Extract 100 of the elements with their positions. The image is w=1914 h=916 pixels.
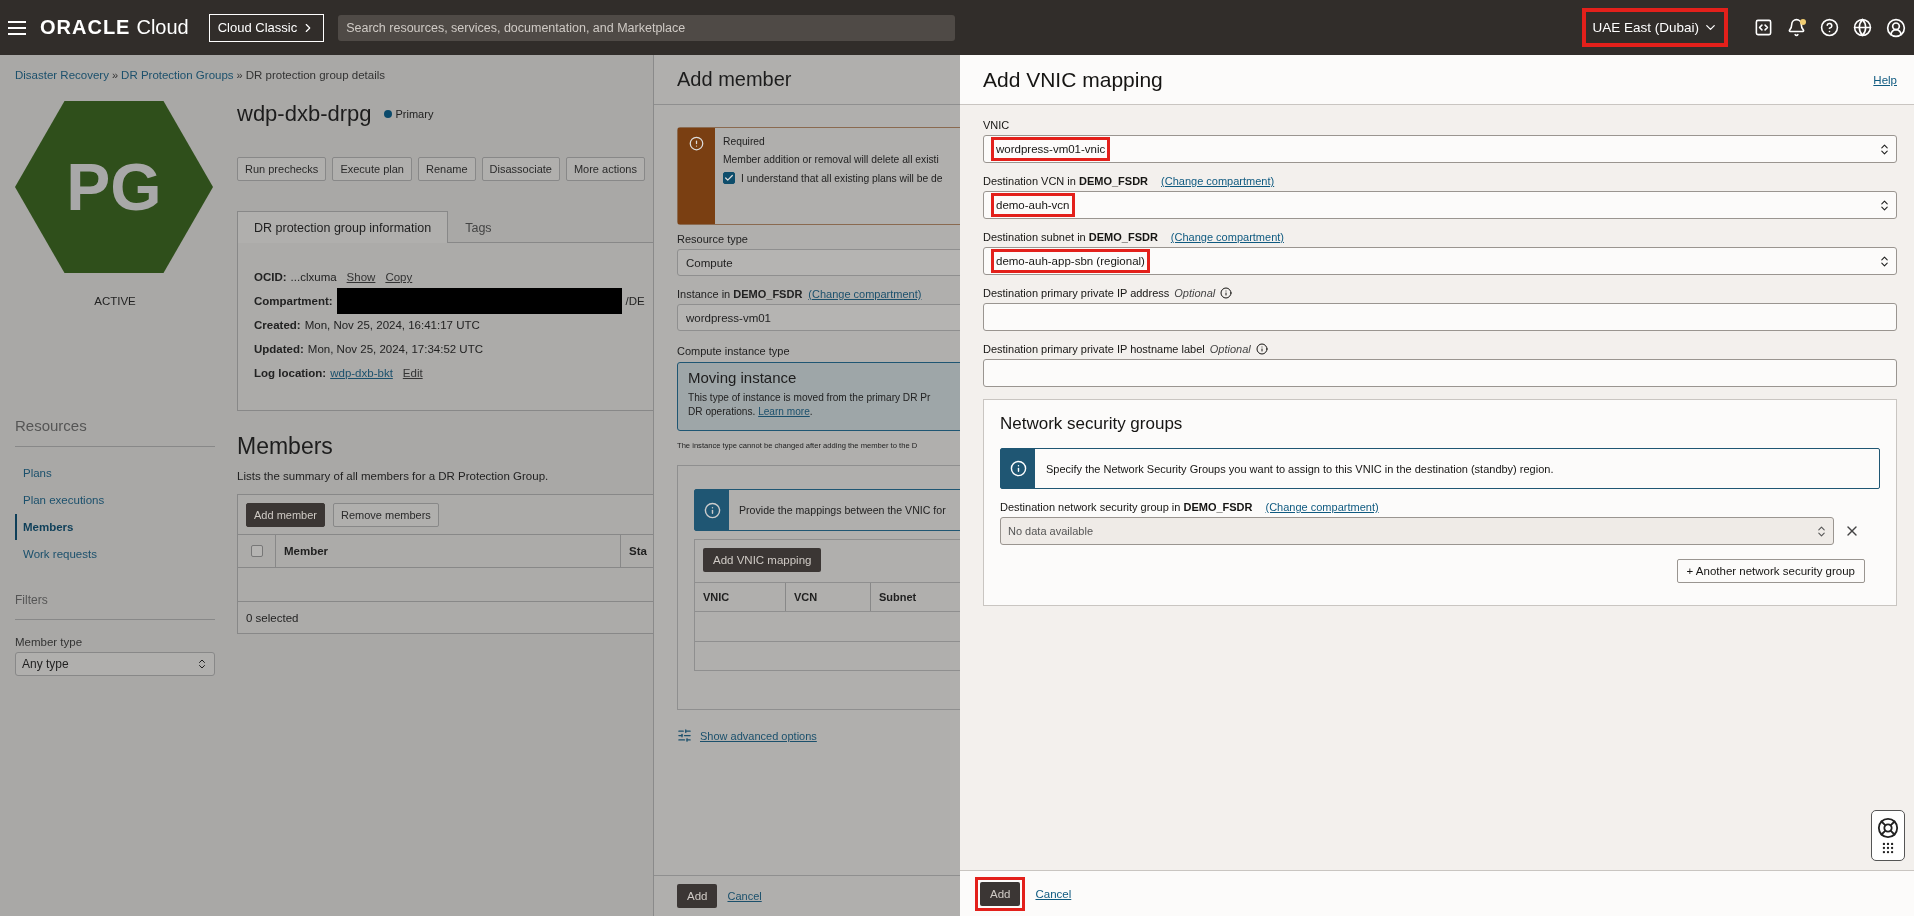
cloud-classic-button[interactable]: Cloud Classic (208, 13, 325, 42)
panel-title: Add VNIC mapping (983, 67, 1163, 92)
region-selector[interactable]: UAE East (Dubai) (1588, 14, 1722, 41)
alert-title: Required (723, 136, 766, 147)
field-label: Destination network security group in DEMO_FSDR (1000, 501, 1253, 513)
field-label: Destination subnet in DEMO_FSDR (983, 231, 1158, 243)
instance-select[interactable]: wordpress-vm01 (677, 304, 960, 331)
filters-heading: Filters (15, 593, 215, 620)
action-link[interactable]: Copy (385, 271, 413, 283)
brand-suffix[interactable]: Cloud (136, 16, 189, 39)
info-icon (1009, 460, 1027, 477)
action-button[interactable]: Execute plan (332, 157, 412, 181)
column-header: Sta (628, 544, 648, 559)
change-compartment-link[interactable]: (Change compartment) (1170, 231, 1284, 243)
action-link[interactable]: Edit (402, 367, 423, 379)
help-link[interactable]: Help (1873, 73, 1897, 86)
column-header: VCN (786, 583, 871, 611)
optional-label: Optional (1174, 287, 1216, 299)
bucket-link[interactable]: wdp-dxb-bkt (330, 367, 393, 379)
field-value: wordpress-vm01-vnic (996, 142, 1106, 156)
field-label: Instance in DEMO_FSDR (677, 288, 803, 300)
info-icon (703, 501, 721, 519)
card-description: This type of instance is moved from the primary DR Pr DR operations. Learn more. (688, 391, 932, 419)
cancel-link[interactable]: Cancel (727, 890, 762, 902)
add-vnic-mapping-button[interactable]: Add VNIC mapping (703, 548, 822, 572)
info-icon[interactable] (1255, 343, 1268, 355)
nav-item[interactable]: Members (15, 514, 215, 540)
info-icon[interactable] (1220, 287, 1233, 299)
sliders-icon (677, 728, 692, 743)
field-label: Compute instance type (677, 345, 791, 357)
user-icon[interactable] (1886, 17, 1906, 38)
tab[interactable]: DR protection group information (237, 211, 449, 243)
field-value: demo-auh-vcn (996, 198, 1070, 212)
checkbox[interactable] (250, 545, 263, 557)
column-header: VNIC (695, 583, 786, 611)
tab[interactable]: Tags (448, 211, 509, 243)
code-editor-icon[interactable] (1754, 18, 1773, 37)
search-field[interactable]: Search resources, services, documentation, and Marketplace (338, 14, 956, 41)
section-title: Network security groups (1000, 414, 1184, 434)
change-compartment-link[interactable]: (Change compartment) (1161, 175, 1275, 187)
cancel-link[interactable]: Cancel (1035, 887, 1072, 900)
column-header: Member (276, 535, 621, 567)
info-value: Mon, Nov 25, 2024, 17:34:52 UTC (307, 343, 483, 355)
select-field[interactable]: wordpress-vm01-vnic (983, 135, 1897, 163)
action-button[interactable]: Rename (418, 157, 476, 181)
action-button[interactable]: Disassociate (481, 157, 560, 181)
current-page-label: DR protection group details (245, 69, 386, 81)
learn-more-link[interactable]: Learn more (758, 405, 810, 417)
chevron-icon (1878, 142, 1891, 156)
section-heading: Members (237, 433, 334, 460)
bell-icon[interactable] (1787, 18, 1806, 37)
action-button[interactable]: Run prechecks (237, 157, 327, 181)
card-title: Moving instance (688, 369, 798, 386)
change-compartment-link[interactable]: (Change compartment) (808, 288, 922, 300)
lifebuoy-icon (1877, 816, 1899, 839)
filter-label: Member type (15, 636, 84, 648)
resources-heading: Resources (15, 417, 215, 447)
action-button[interactable]: More actions (565, 157, 645, 181)
resource-badge: PG (15, 101, 213, 273)
action-link[interactable]: Show (346, 271, 376, 283)
add-nsg-button[interactable]: + Another network security group (1676, 559, 1865, 583)
globe-icon[interactable] (1853, 18, 1872, 37)
help-icon[interactable] (1820, 18, 1839, 37)
alert-icon (689, 136, 704, 151)
remove-button[interactable]: Remove members (333, 502, 439, 527)
field-label: Destination primary private IP hostname label (983, 343, 1205, 355)
select-field[interactable]: demo-auh-vcn (983, 191, 1897, 219)
nav-item[interactable]: Plan executions (15, 487, 215, 513)
field-label: Destination VCN in DEMO_FSDR (983, 175, 1149, 187)
input-field[interactable] (983, 359, 1897, 387)
menu-icon[interactable] (8, 20, 26, 35)
breadcrumb-link[interactable]: DR Protection Groups (121, 69, 234, 81)
nav-item[interactable]: Work requests (15, 541, 215, 567)
resource-type-select[interactable]: Compute (677, 249, 960, 276)
nav-item[interactable]: Plans (15, 460, 215, 486)
info-text: Specify the Network Security Groups you want to assign to this VNIC in the destination (standby) region. (1045, 461, 1554, 477)
add-button[interactable]: Add (980, 881, 1021, 906)
help-widget[interactable] (1871, 810, 1905, 861)
instance-type-card[interactable]: Moving instance This type of instance is moved from the primary DR Pr DR operations. Learn more. (677, 362, 960, 431)
checkbox[interactable] (723, 172, 735, 184)
breadcrumb-separator: » (236, 69, 243, 81)
chevron-icon (196, 658, 208, 670)
advanced-options-link[interactable]: Show advanced options (700, 729, 817, 742)
select-field[interactable]: demo-auh-app-sbn (regional) (983, 247, 1897, 275)
chevron-icon (1878, 254, 1891, 268)
field-label: Destination primary private IP address (983, 287, 1170, 299)
field-label: Resource type (677, 233, 749, 245)
brand-logo[interactable]: ORACLE (40, 16, 131, 39)
info-label: Log location: (254, 367, 327, 379)
grid-dots-icon (1881, 840, 1895, 855)
member-type-select[interactable]: Any type (15, 652, 215, 676)
breadcrumb-separator: » (111, 69, 119, 81)
add-button[interactable]: Add member (246, 502, 325, 527)
status-label: ACTIVE (93, 295, 137, 307)
checkbox-label: I understand that all existing plans will be de (741, 172, 943, 184)
breadcrumb-link[interactable]: Disaster Recovery (15, 69, 109, 81)
add-button[interactable]: Add (677, 884, 718, 908)
change-compartment-link[interactable]: (Change compartment) (1265, 501, 1379, 513)
nsg-select[interactable]: No data available (1000, 517, 1834, 545)
input-field[interactable] (983, 303, 1897, 331)
